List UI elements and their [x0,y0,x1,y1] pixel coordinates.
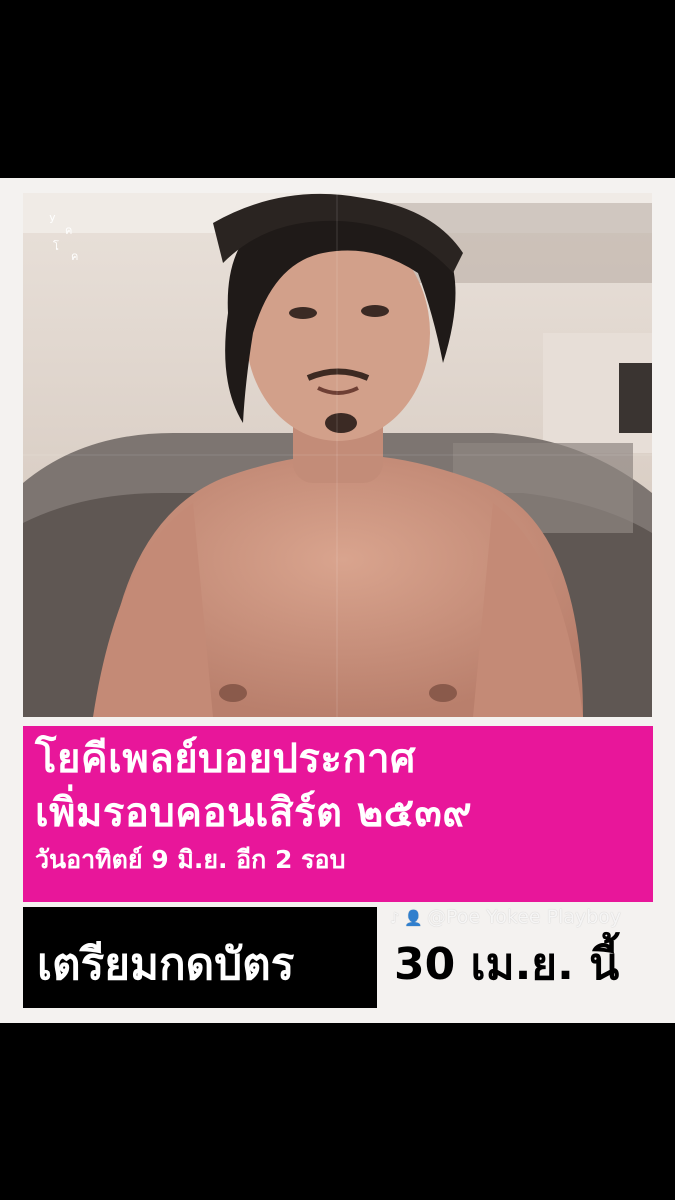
logo-letter: y [49,211,56,224]
yokee-playboy-logo: y ค โ ค [33,201,103,263]
watermark-handle: @Poe Yokee Playboy [427,906,622,928]
portrait-photo: y ค โ ค [23,193,652,717]
logo-letter: ค [65,224,73,237]
logo-letter: ค [71,250,79,263]
tiktok-icon: ♪ 👤 [390,909,424,927]
ticket-cta-label: เตรียมกดบัตร [37,939,295,990]
ticket-cta-box: เตรียมกดบัตร [23,907,377,1008]
logo-letter: โ [53,240,59,253]
tiktok-watermark: ♪ 👤 @Poe Yokee Playboy [390,906,621,928]
poster: y ค โ ค โยคีเพลย์บอยประกาศ เพิ่มรอบคอนเส… [0,178,675,1023]
headline-line-2: เพิ่มรอบคอนเสิร์ต ๒๕๓๙ [35,790,473,836]
headline-line-3: วันอาทิตย์ 9 มิ.ย. อีก 2 รอบ [35,845,346,874]
portrait-illustration [23,193,652,717]
announcement-banner: โยคีเพลย์บอยประกาศ เพิ่มรอบคอนเสิร์ต ๒๕๓… [23,726,653,902]
ticket-date: 30 เม.ย. นี้ [394,939,620,990]
